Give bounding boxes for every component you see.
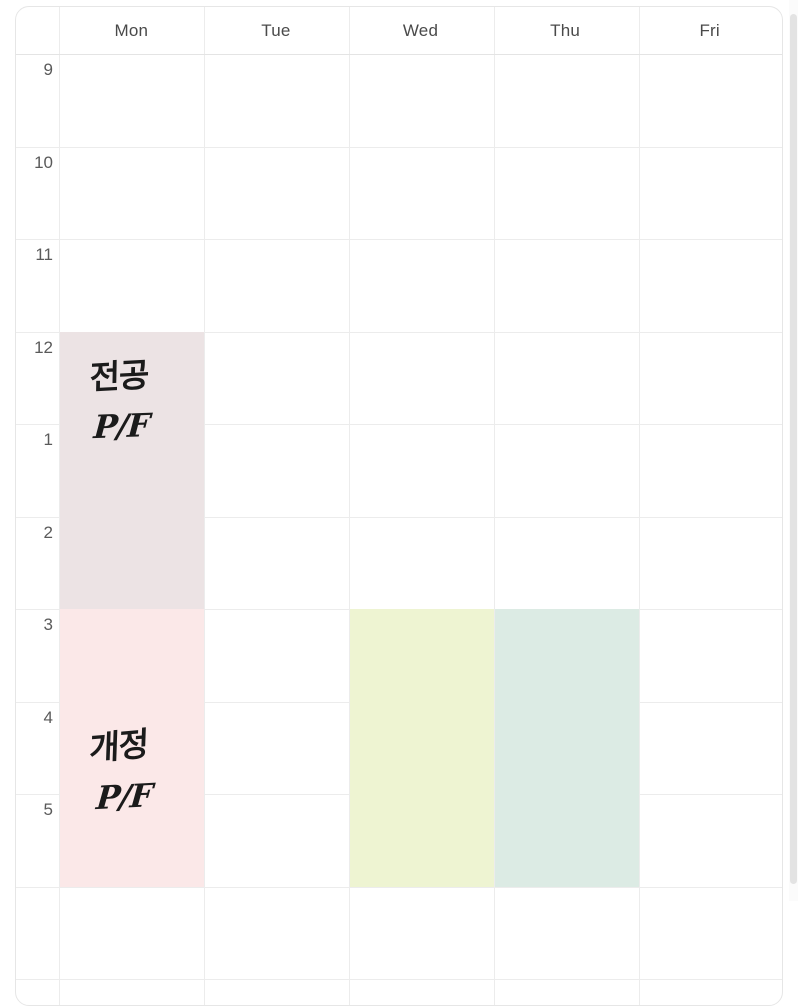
time-axis-label: 2 (43, 522, 53, 542)
day-header-label: Tue (261, 20, 291, 40)
day-header-label: Wed (402, 20, 439, 40)
time-axis-label: 11 (35, 245, 53, 264)
calendar-event-block[interactable]: 전공 P/F (60, 331, 204, 609)
day-header-tue[interactable]: Tue (204, 7, 349, 54)
event-handwritten-title: 전공 (89, 354, 149, 397)
events-layer: 전공 P/F 개정 P/F (59, 54, 782, 1005)
time-axis-label: 5 (43, 800, 53, 819)
time-axis-label: 1 (43, 430, 53, 449)
day-header-thu[interactable]: Thu (493, 7, 638, 54)
time-axis-label: 9 (43, 60, 53, 79)
day-header-label: Fri (699, 20, 720, 40)
calendar-event-block[interactable] (350, 609, 494, 887)
day-header-label: Mon (114, 20, 149, 40)
event-handwritten-grade: P/F (94, 776, 154, 818)
calendar-event-block[interactable]: 개정 P/F (60, 609, 204, 887)
day-header-fri[interactable]: Fri (637, 7, 782, 54)
event-handwritten-title: 개정 (88, 723, 149, 769)
time-axis-label: 3 (43, 615, 53, 634)
day-header-row: Mon Tue Wed Thu Fri (16, 7, 782, 54)
header-corner-cell (16, 7, 59, 54)
day-header-label: Thu (550, 20, 581, 40)
event-handwritten-grade: P/F (92, 405, 151, 446)
timetable-card: Mon Tue Wed Thu Fri 9 10 11 12 1 2 3 4 5 전공 P/F 개정… (15, 6, 783, 1006)
vertical-scrollbar-thumb[interactable] (790, 14, 797, 884)
time-axis-label: 10 (34, 152, 53, 172)
time-axis-gutter: 9 10 11 12 1 2 3 4 5 (16, 54, 59, 1005)
calendar-event-block[interactable] (495, 609, 639, 887)
day-header-mon[interactable]: Mon (59, 7, 204, 54)
time-axis-label: 4 (43, 707, 53, 727)
time-axis-label: 12 (34, 337, 53, 357)
day-header-wed[interactable]: Wed (348, 7, 493, 54)
